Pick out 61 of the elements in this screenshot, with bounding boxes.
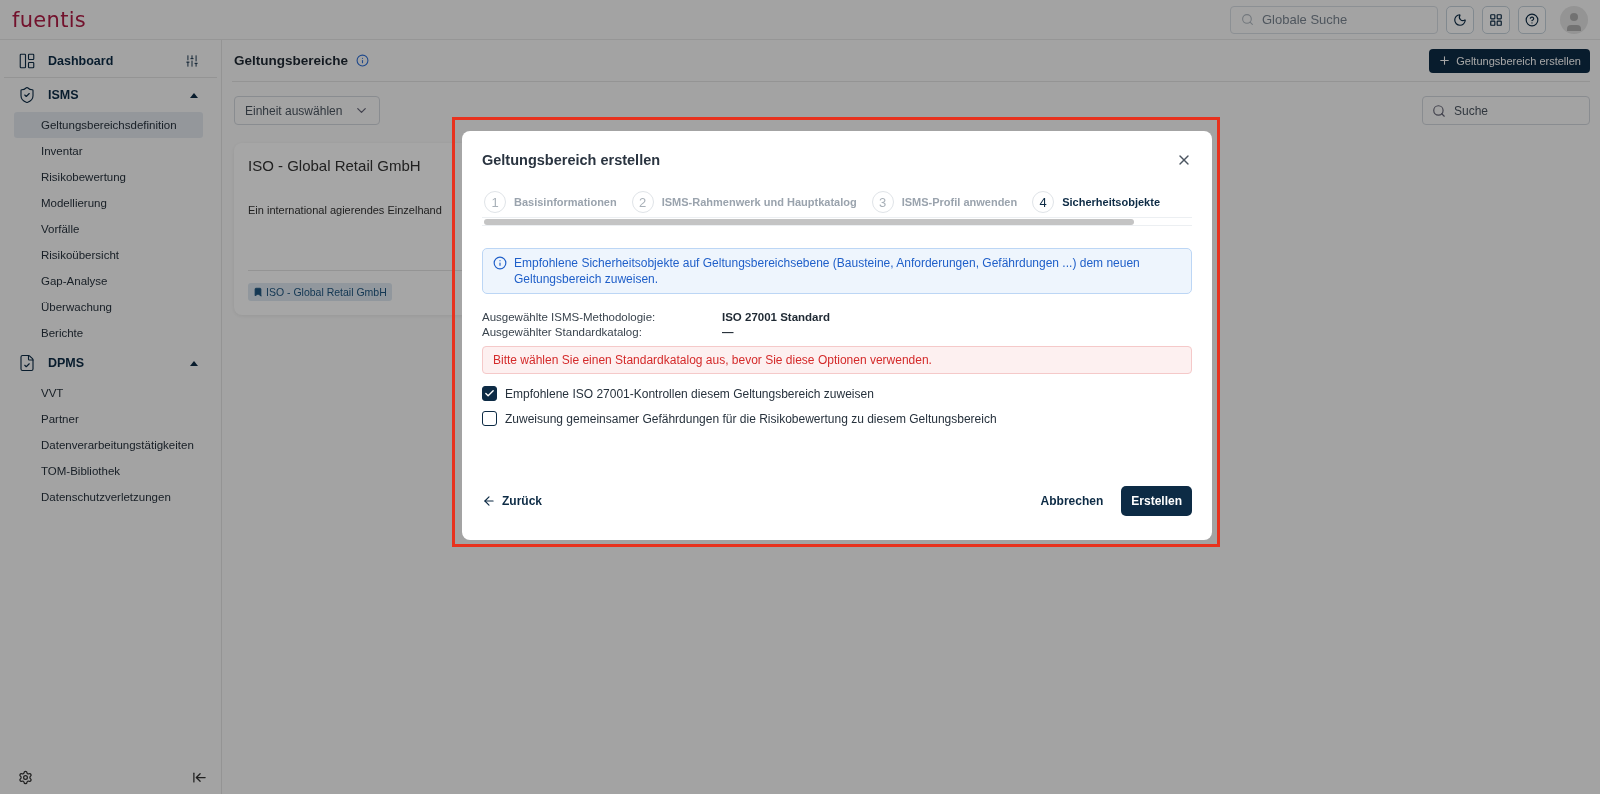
nav-item[interactable]: TOM-Bibliothek xyxy=(14,458,203,484)
theme-button[interactable] xyxy=(1446,5,1474,34)
nav-item[interactable]: Überwachung xyxy=(14,294,203,320)
card-title: ISO - Global Retail GmbH xyxy=(248,157,421,174)
cancel-button[interactable]: Abbrechen xyxy=(1036,488,1108,514)
grid-icon xyxy=(1489,12,1503,27)
info-icon[interactable] xyxy=(356,54,370,67)
nav-item[interactable]: Partner xyxy=(14,406,203,432)
info-icon xyxy=(493,256,507,270)
nav-section[interactable]: ISMS xyxy=(48,88,177,102)
nav-section[interactable]: DPMS xyxy=(48,356,177,370)
dashboard-icon xyxy=(18,51,36,70)
help-button[interactable] xyxy=(1518,5,1546,34)
check-icon xyxy=(484,388,495,399)
card-description: Ein international agierendes Einzelhand xyxy=(248,204,442,216)
field-label: Ausgewählter Standardkatalog: xyxy=(482,325,643,340)
collapse-icon[interactable] xyxy=(189,360,199,366)
nav-item[interactable]: Datenverarbeitungstätigkeiten xyxy=(14,432,203,458)
nav-item[interactable]: Modellierung xyxy=(14,190,203,216)
nav-item[interactable]: Gap-Analyse xyxy=(14,268,203,294)
wizard-step[interactable]: 4 Sicherheitsobjekte xyxy=(1032,191,1160,213)
page-title: Geltungsbereiche xyxy=(234,53,349,68)
field-label: Ausgewählte ISMS-Methodologie: xyxy=(482,310,657,325)
plus-icon xyxy=(1438,54,1452,67)
sliders-icon[interactable] xyxy=(185,53,199,68)
nav-item[interactable]: VVT xyxy=(14,380,203,406)
nav-item[interactable]: Vorfälle xyxy=(14,216,203,242)
create-button[interactable]: Geltungsbereich erstellen xyxy=(1429,48,1590,73)
scrollbar-thumb[interactable] xyxy=(484,218,1134,225)
app-logo: fuentis xyxy=(12,7,87,32)
document-icon xyxy=(18,354,36,372)
collapse-icon[interactable] xyxy=(189,92,199,98)
nav-item[interactable]: Datenschutzverletzungen xyxy=(14,484,203,510)
unit-select[interactable]: Einheit auswählen xyxy=(234,96,380,125)
shield-icon xyxy=(18,86,36,104)
nav-section[interactable]: Dashboard xyxy=(48,53,173,68)
apps-button[interactable] xyxy=(1482,5,1510,34)
search-field[interactable]: Suche xyxy=(1422,96,1590,125)
nav-item[interactable]: Geltungsbereichsdefinition xyxy=(14,112,203,138)
warning-banner: Bitte wählen Sie einen Standardkatalog aus, bevor Sie diese Optionen verwenden. xyxy=(482,346,1192,374)
search-icon xyxy=(1432,103,1446,118)
checkbox-label: Zuweisung gemeinsamer Gefährdungen für die Risikobewertung zu diesem Geltungsbereich xyxy=(505,411,997,426)
field-value: — xyxy=(722,325,735,340)
moon-icon xyxy=(1453,12,1467,27)
settings-icon[interactable] xyxy=(18,769,33,785)
submit-button[interactable]: Erstellen xyxy=(1121,486,1192,516)
nav-item[interactable]: Inventar xyxy=(14,138,203,164)
checkbox[interactable] xyxy=(482,386,497,401)
checkbox[interactable] xyxy=(482,411,497,426)
field-value: ISO 27001 Standard xyxy=(722,310,832,325)
nav-item[interactable]: Berichte xyxy=(14,320,203,346)
info-text: Empfohlene Sicherheitsobjekte auf Geltungsbereichsebene (Bausteine, Anforderungen, Gefährdungen ...) dem neuen Geltungsbereich zuweisen. xyxy=(514,255,1141,287)
bookmark-icon xyxy=(253,287,263,297)
scope-tag: ISO - Global Retail GmbH xyxy=(248,283,392,301)
nav-item[interactable]: Risikobewertung xyxy=(14,164,203,190)
help-icon xyxy=(1525,12,1539,27)
search-icon xyxy=(1241,13,1254,26)
checkbox-label: Empfohlene ISO 27001-Kontrollen diesem Geltungsbereich zuweisen xyxy=(505,386,874,401)
nav-item[interactable]: Risikoübersicht xyxy=(14,242,203,268)
dialog-title: Geltungsbereich erstellen xyxy=(482,152,661,168)
back-button[interactable]: Zurück xyxy=(482,494,542,508)
